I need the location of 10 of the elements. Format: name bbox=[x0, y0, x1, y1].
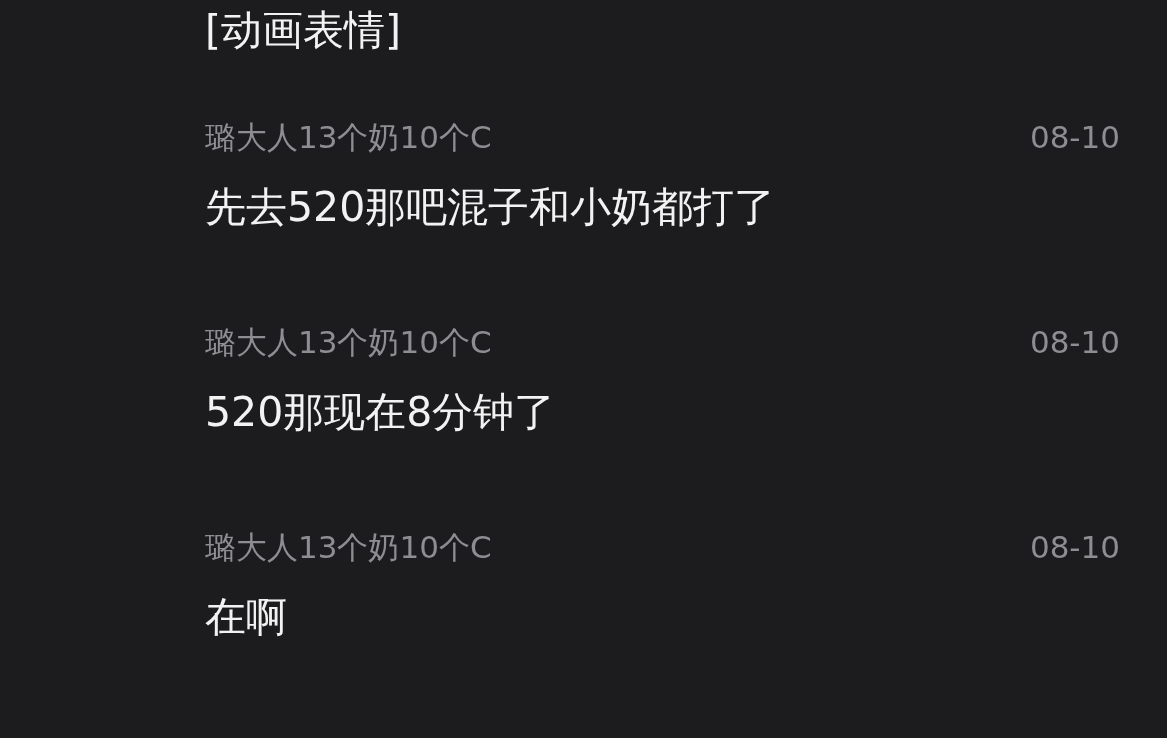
sender-name: 璐大人13个奶10个C bbox=[205, 118, 492, 157]
message-text: 在啊 bbox=[205, 592, 288, 643]
message-text: [动画表情] bbox=[205, 5, 402, 56]
message-time: 08-10 bbox=[1029, 528, 1120, 567]
sender-name: 璐大人13个奶10个C bbox=[205, 528, 492, 567]
sender-name: 璐大人13个奶10个C bbox=[205, 323, 492, 362]
message-time: 08-10 bbox=[1029, 118, 1120, 157]
message-text: 520那现在8分钟了 bbox=[205, 387, 557, 438]
message-time: 08-10 bbox=[1029, 323, 1120, 362]
message-text: 先去520那吧混子和小奶都打了 bbox=[205, 182, 777, 233]
